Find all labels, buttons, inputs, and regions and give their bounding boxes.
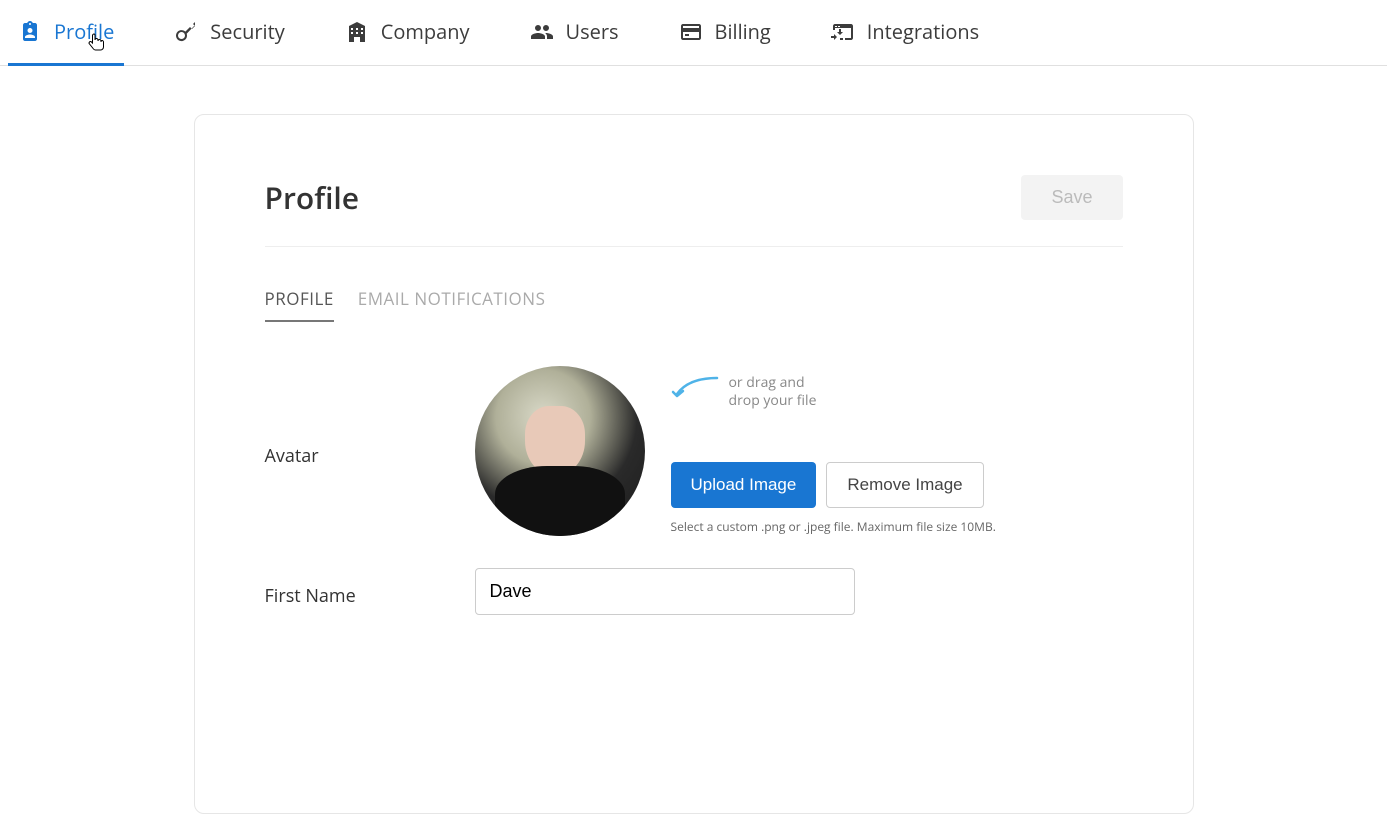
top-tabs: Profile Security Company Users Billing I… xyxy=(0,0,1387,66)
tab-company[interactable]: Company xyxy=(335,0,480,66)
users-icon xyxy=(530,20,554,44)
avatar-image xyxy=(475,366,645,536)
drag-hint: or drag and drop your file xyxy=(671,374,817,410)
avatar-block: or drag and drop your file Upload Image … xyxy=(475,366,996,536)
first-name-row: First Name xyxy=(265,566,1123,616)
subtab-email-notifications[interactable]: EMAIL NOTIFICATIONS xyxy=(358,287,546,322)
avatar-label: Avatar xyxy=(265,434,475,468)
tab-security[interactable]: Security xyxy=(164,0,294,66)
arrow-icon xyxy=(671,374,719,400)
clipboard-user-icon xyxy=(18,20,42,44)
save-button[interactable]: Save xyxy=(1021,175,1122,220)
card-header: Profile Save xyxy=(265,175,1123,247)
building-icon xyxy=(345,20,369,44)
first-name-input[interactable] xyxy=(475,568,855,615)
tab-label: Company xyxy=(381,18,470,45)
tab-billing[interactable]: Billing xyxy=(669,0,781,66)
window-link-icon xyxy=(831,20,855,44)
subtab-profile[interactable]: PROFILE xyxy=(265,287,334,322)
tab-label: Security xyxy=(210,18,284,45)
upload-image-button[interactable]: Upload Image xyxy=(671,462,817,508)
tab-integrations[interactable]: Integrations xyxy=(821,0,989,66)
first-name-label: First Name xyxy=(265,574,475,608)
tab-label: Profile xyxy=(54,18,114,45)
key-icon xyxy=(174,20,198,44)
avatar-button-row: Upload Image Remove Image xyxy=(671,462,984,508)
tab-profile[interactable]: Profile xyxy=(8,0,124,66)
page-title: Profile xyxy=(265,177,360,218)
tab-users[interactable]: Users xyxy=(520,0,629,66)
credit-card-icon xyxy=(679,20,703,44)
avatar-controls: or drag and drop your file Upload Image … xyxy=(671,366,996,535)
drag-hint-text: or drag and drop your file xyxy=(729,374,817,410)
profile-card: Profile Save PROFILE EMAIL NOTIFICATIONS… xyxy=(194,114,1194,814)
remove-image-button[interactable]: Remove Image xyxy=(826,462,983,508)
sub-tabs: PROFILE EMAIL NOTIFICATIONS xyxy=(265,287,1123,322)
avatar-row: Avatar or drag and drop your file Upload… xyxy=(265,366,1123,536)
tab-label: Integrations xyxy=(867,18,979,45)
tab-label: Billing xyxy=(715,18,771,45)
avatar-help-text: Select a custom .png or .jpeg file. Maxi… xyxy=(671,518,996,535)
tab-label: Users xyxy=(566,18,619,45)
